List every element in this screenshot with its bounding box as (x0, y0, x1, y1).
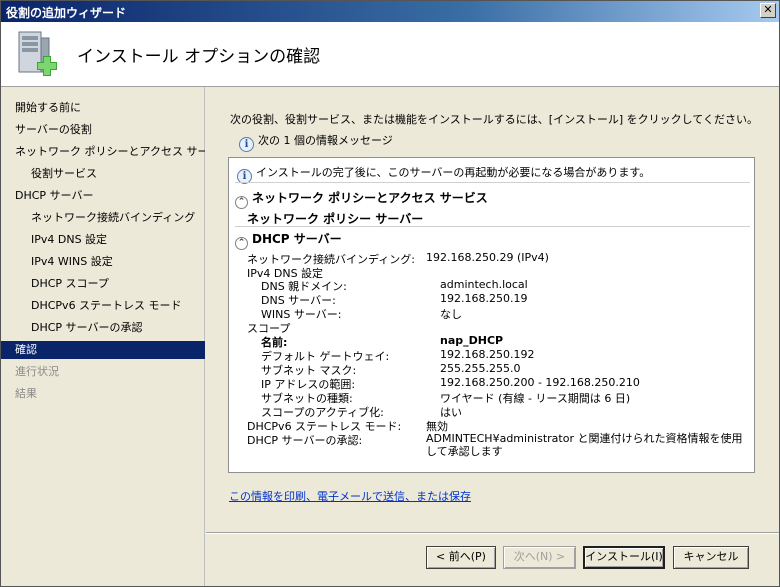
nav-item[interactable]: IPv4 WINS 設定 (1, 253, 205, 271)
nav-item[interactable]: DHCP サーバーの承認 (1, 319, 205, 337)
title-bar[interactable]: 役割の追加ウィザード ✕ (1, 1, 779, 22)
divider (235, 182, 750, 183)
wizard-nav: 開始する前にサーバーの役割ネットワーク ポリシーとアクセス サービ... 役割サー… (1, 87, 205, 586)
setting-label: DHCP サーバーの承認: (247, 434, 363, 447)
setting-value: 255.255.255.0 (440, 362, 521, 375)
section-npas[interactable]: ⌃ ネットワーク ポリシーとアクセス サービス (235, 189, 488, 209)
page-title: インストール オプションの確認 (77, 47, 321, 67)
print-email-save-link[interactable]: この情報を印刷、電子メールで送信、または保存 (229, 488, 471, 504)
section-npas-item: ネットワーク ポリシー サーバー (247, 212, 424, 226)
cancel-button[interactable]: キャンセル (673, 546, 749, 569)
setting-value: 192.168.250.19 (440, 292, 528, 305)
info-icon: i (239, 137, 254, 152)
nav-item[interactable]: サーバーの役割 (1, 121, 205, 139)
summary-panel[interactable]: i インストールの完了後に、このサーバーの再起動が必要になる場合があります。 ⌃ ネ… (228, 157, 755, 473)
nav-item[interactable]: 確認 (1, 341, 205, 359)
divider (235, 226, 750, 227)
nav-item[interactable]: ネットワーク接続バインディング (1, 209, 205, 227)
nav-item[interactable]: 開始する前に (1, 99, 205, 117)
nav-item[interactable]: IPv4 DNS 設定 (1, 231, 205, 249)
intro-text: 次の役割、役割サービス、または機能をインストールするには、[インストール] をク… (230, 113, 758, 126)
section-npas-title: ネットワーク ポリシーとアクセス サービス (252, 191, 488, 205)
collapse-chevron-icon[interactable]: ⌃ (235, 237, 248, 250)
section-dhcp[interactable]: ⌃ DHCP サーバー (235, 230, 342, 250)
footer-divider (206, 532, 779, 534)
info-message-count: i 次の 1 個の情報メッセージ (239, 132, 393, 152)
collapse-chevron-icon[interactable]: ⌃ (235, 196, 248, 209)
setting-value: 192.168.250.29 (IPv4) (426, 251, 549, 264)
close-icon[interactable]: ✕ (760, 3, 776, 18)
nav-item[interactable]: DHCP サーバー (1, 187, 205, 205)
install-button[interactable]: インストール(I) (583, 546, 665, 569)
nav-item[interactable]: DHCP スコープ (1, 275, 205, 293)
nav-item[interactable]: DHCPv6 ステートレス モード (1, 297, 205, 315)
nav-item[interactable]: ネットワーク ポリシーとアクセス サービ... (1, 143, 205, 161)
restart-message-text: インストールの完了後に、このサーバーの再起動が必要になる場合があります。 (256, 166, 651, 179)
setting-value: ADMINTECH¥administrator と関連付けられた資格情報を使用し… (426, 432, 743, 458)
wizard-header: インストール オプションの確認 (1, 22, 779, 87)
info-count-text: 次の 1 個の情報メッセージ (258, 134, 393, 147)
server-add-icon (18, 31, 57, 76)
next-button[interactable]: 次へ(N) > (503, 546, 576, 569)
restart-message: i インストールの完了後に、このサーバーの再起動が必要になる場合があります。 (237, 164, 650, 184)
back-button[interactable]: < 前へ(P) (426, 546, 496, 569)
nav-item[interactable]: 進行状況 (1, 363, 205, 381)
setting-value: なし (440, 308, 462, 321)
window-title: 役割の追加ウィザード (6, 6, 127, 20)
setting-value: admintech.local (440, 278, 528, 291)
nav-item[interactable]: 役割サービス (1, 165, 205, 183)
setting-value: nap_DHCP (440, 334, 504, 347)
main-content: 次の役割、役割サービス、または機能をインストールするには、[インストール] をク… (206, 87, 779, 532)
nav-item[interactable]: 結果 (1, 385, 205, 403)
wizard-window: 役割の追加ウィザード ✕ インストール オプションの確認 開始する前に サーバーの… (0, 0, 780, 587)
setting-value: ワイヤード (有線 - リース期間は 6 日) (440, 392, 631, 405)
setting-value: 192.168.250.200 - 192.168.250.210 (440, 376, 640, 389)
setting-value: 192.168.250.192 (440, 348, 535, 361)
section-dhcp-title: DHCP サーバー (252, 232, 342, 246)
